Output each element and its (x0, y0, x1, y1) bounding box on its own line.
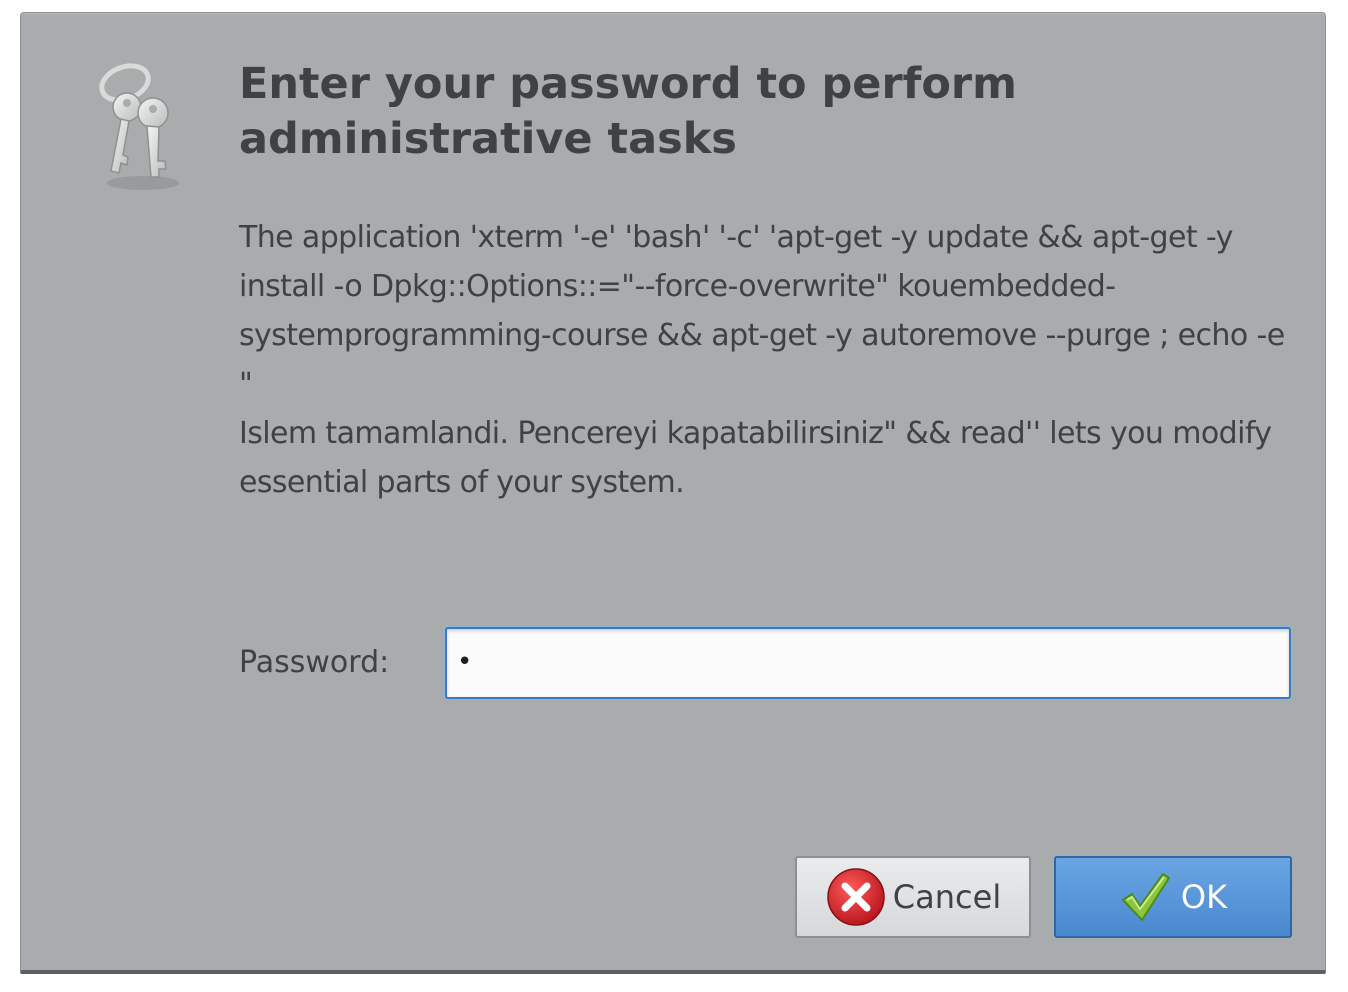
authentication-dialog: Enter your password to perform administr… (20, 12, 1326, 974)
cancel-icon (827, 868, 885, 926)
password-label: Password: (239, 645, 390, 680)
dialog-message: The application 'xterm '-e' 'bash' '-c' … (239, 220, 1285, 500)
password-input[interactable]: • (445, 627, 1291, 699)
ok-button-label: OK (1180, 878, 1228, 916)
ok-button[interactable]: OK (1054, 856, 1292, 938)
keys-icon (99, 63, 179, 190)
dialog-title: Enter your password to perform administr… (239, 59, 1017, 164)
cancel-button[interactable]: Cancel (795, 856, 1031, 938)
cancel-button-label: Cancel (892, 878, 1002, 916)
checkmark-icon (1121, 873, 1170, 921)
